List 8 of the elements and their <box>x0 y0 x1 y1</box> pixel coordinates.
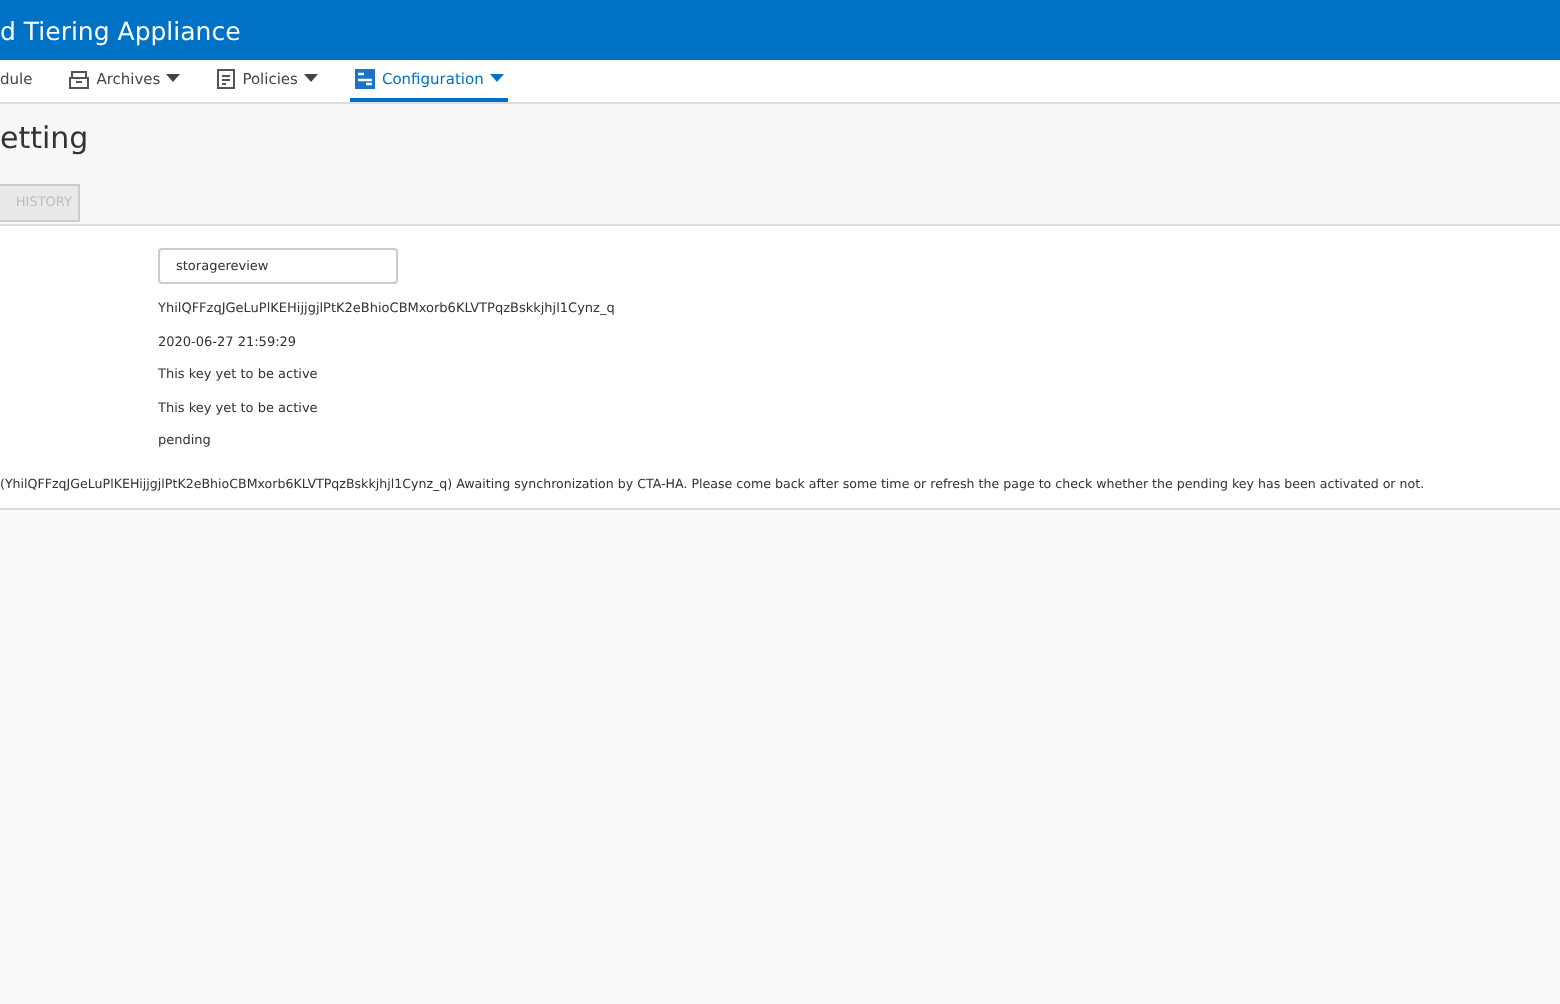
configuration-icon <box>353 68 376 90</box>
document-icon <box>216 68 237 90</box>
caret-icon <box>303 74 318 84</box>
page-title: etting <box>0 120 91 156</box>
caret-icon <box>166 74 181 84</box>
caret-icon <box>489 74 504 84</box>
app-title: d Tiering Appliance <box>0 15 241 45</box>
archive-icon <box>68 69 91 89</box>
